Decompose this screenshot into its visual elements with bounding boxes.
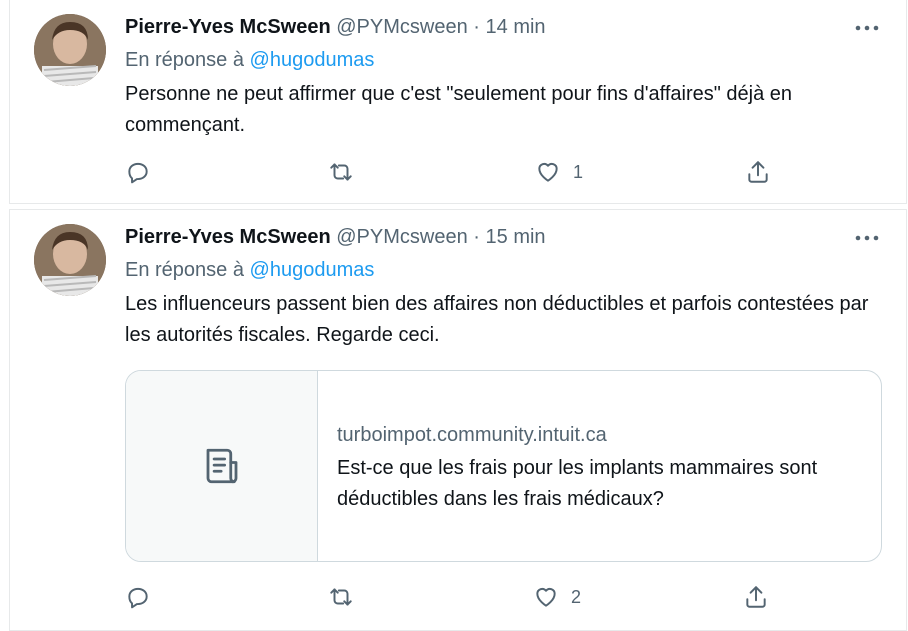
reply-mention-link[interactable]: @hugodumas [250, 49, 375, 71]
reply-icon [128, 162, 148, 184]
author-handle[interactable]: @PYMcsween [336, 226, 467, 248]
card-domain: turboimpot.community.intuit.ca [337, 424, 607, 446]
timestamp[interactable]: 15 min [486, 226, 546, 248]
tweet[interactable]: Pierre-Yves McSween @PYMcsween · 14 min … [9, 0, 907, 204]
heart-icon [538, 162, 558, 182]
timestamp[interactable]: 14 min [486, 16, 546, 38]
reply-context: En réponse à @hugodumas [125, 47, 374, 73]
tweet-text: Les influenceurs passent bien des affair… [125, 293, 869, 346]
separator: · [473, 226, 480, 248]
article-icon [206, 448, 237, 484]
card-thumbnail [126, 371, 318, 561]
more-icon[interactable] [854, 228, 880, 248]
reply-prefix: En réponse à [125, 259, 244, 281]
retweet-icon [330, 588, 352, 606]
reply-icon [128, 587, 148, 609]
like-count: 2 [571, 586, 582, 607]
author-name[interactable]: Pierre-Yves McSween [125, 16, 331, 38]
link-card[interactable]: turboimpot.community.intuit.ca Est-ce qu… [125, 370, 882, 562]
author-handle[interactable]: @PYMcsween [336, 16, 467, 38]
share-icon [748, 161, 768, 183]
separator: · [473, 16, 480, 38]
reply-context: En réponse à @hugodumas [125, 257, 374, 283]
more-icon[interactable] [854, 18, 880, 38]
tweet-header: Pierre-Yves McSween @PYMcsween · 14 min [125, 14, 546, 40]
retweet-button[interactable] [328, 581, 354, 613]
heart-icon [536, 587, 556, 607]
avatar[interactable] [34, 224, 106, 296]
like-count: 1 [573, 161, 584, 182]
reply-button[interactable] [125, 156, 151, 188]
avatar[interactable] [34, 14, 106, 86]
card-title: Est-ce que les frais pour les implants m… [337, 457, 818, 510]
reply-button[interactable] [125, 581, 151, 613]
author-name[interactable]: Pierre-Yves McSween [125, 226, 331, 248]
retweet-button[interactable] [328, 156, 354, 188]
share-icon [746, 586, 766, 608]
like-button[interactable]: 1 [535, 156, 583, 188]
tweet[interactable]: Pierre-Yves McSween @PYMcsween · 15 min … [9, 209, 907, 631]
like-button[interactable]: 2 [533, 581, 581, 613]
share-button[interactable] [743, 581, 769, 613]
share-button[interactable] [745, 156, 771, 188]
reply-mention-link[interactable]: @hugodumas [250, 259, 375, 281]
retweet-icon [330, 163, 352, 181]
action-bar: 2 [125, 581, 785, 613]
action-bar: 1 [125, 156, 785, 188]
tweet-header: Pierre-Yves McSween @PYMcsween · 15 min [125, 224, 546, 250]
tweet-text: Personne ne peut affirmer que c'est "seu… [125, 83, 793, 136]
reply-prefix: En réponse à [125, 49, 244, 71]
card-body: turboimpot.community.intuit.ca Est-ce qu… [337, 421, 857, 515]
